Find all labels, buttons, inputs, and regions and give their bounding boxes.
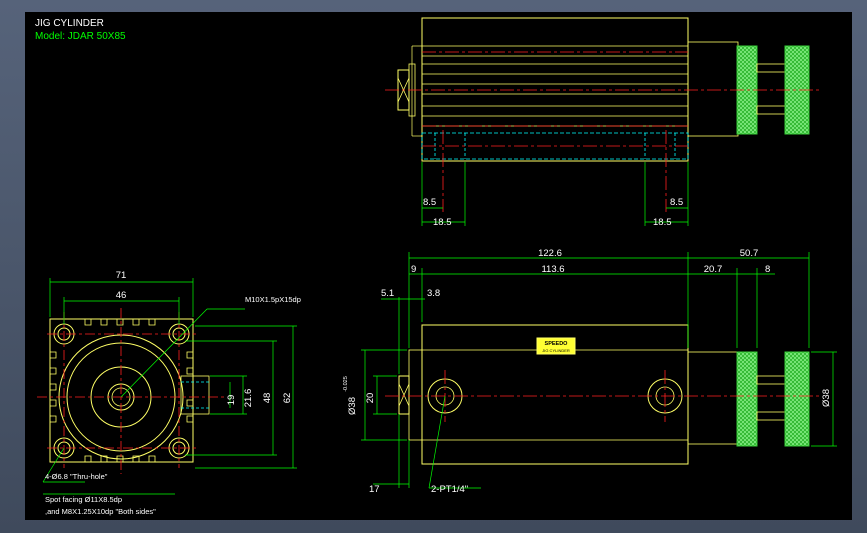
- dim-end-h2: 19: [226, 395, 237, 406]
- dim-end-pitch: 46: [116, 290, 127, 301]
- dim-end-h4: 62: [282, 393, 293, 404]
- dim-flange: 17: [369, 484, 380, 495]
- top-view: 8.5 18.5 8.5 18.5: [385, 17, 820, 228]
- dim-rod: 9: [411, 264, 416, 275]
- dim-cap: 20.7: [704, 264, 723, 275]
- callout-spot-facing: Spot facing Ø11X8.5dp: [45, 495, 122, 504]
- dim-top-d3: 8.5: [670, 197, 683, 208]
- dim-end-width: 71: [116, 270, 127, 281]
- dim-top-d1: 8.5: [423, 197, 436, 208]
- dim-a: 5.1: [381, 288, 394, 299]
- dim-b: 3.8: [427, 288, 440, 299]
- dim-knob-width: 8: [765, 264, 770, 275]
- window-frame: JIG CYLINDER Model: JDAR 50X85 8.5 18.5 …: [0, 0, 867, 533]
- drawing-canvas: JIG CYLINDER Model: JDAR 50X85 8.5 18.5 …: [35, 17, 837, 516]
- drawing-model: Model: JDAR 50X85: [35, 31, 126, 42]
- dim-body: 113.6: [541, 264, 564, 275]
- dim-top-d2: 18.5: [433, 217, 452, 228]
- callout-tap: M10X1.5pX15dp: [245, 295, 301, 304]
- side-view: SPEEDO JIG CYLINDER 122.6 50.7 9 113.6 2…: [343, 248, 837, 495]
- callout-both-sides: ,and M8X1.25X10dp "Both sides": [45, 507, 156, 516]
- dim-diam-tolerance: -0.025: [343, 376, 349, 392]
- cad-viewport[interactable]: JIG CYLINDER Model: JDAR 50X85 8.5 18.5 …: [25, 12, 852, 520]
- port-label: 2-PT1/4": [431, 484, 468, 495]
- dim-top-d4: 18.5: [653, 217, 672, 228]
- dim-diam-right: Ø38: [821, 389, 832, 407]
- callout-holes: 4-Ø6.8 "Thru-hole": [45, 472, 108, 481]
- dim-diam-left: Ø38: [347, 397, 358, 415]
- dim-extension: 50.7: [740, 248, 759, 259]
- badge-brand: SPEEDO: [545, 341, 569, 347]
- dim-end-h1: 21.6: [243, 389, 254, 408]
- dim-end-h3: 48: [262, 393, 273, 404]
- dim-overall-length: 122.6: [538, 248, 562, 259]
- dim-bore: 20: [365, 393, 376, 404]
- end-view: 71 46 21.6 19 48 62 M10X1.5pX15dp 4-Ø6.8…: [37, 270, 301, 516]
- drawing-title: JIG CYLINDER: [35, 18, 104, 29]
- badge-sub: JIG CYLINDER: [542, 348, 570, 353]
